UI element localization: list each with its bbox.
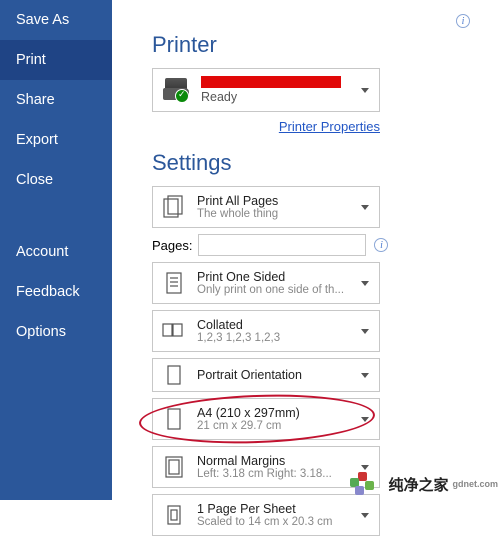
sidebar-item-save-as[interactable]: Save As — [0, 0, 112, 40]
margins-selector[interactable]: Normal Margins Left: 3.18 cm Right: 3.18… — [152, 446, 380, 488]
watermark-logo-icon — [350, 472, 384, 496]
sidebar-item-print[interactable]: Print — [0, 40, 112, 80]
sidebar-item-account[interactable]: Account — [0, 232, 112, 272]
sidebar-item-share[interactable]: Share — [0, 80, 112, 120]
printer-name-redacted — [201, 76, 341, 88]
sidebar-item-options[interactable]: Options — [0, 312, 112, 352]
printer-heading: Printer — [152, 32, 476, 58]
pages-info-icon[interactable]: i — [374, 238, 388, 252]
chevron-down-icon — [361, 465, 369, 470]
pages-row: Pages: i — [152, 234, 400, 256]
single-side-icon — [161, 269, 187, 297]
sidebar-item-feedback[interactable]: Feedback — [0, 272, 112, 312]
paper-size-icon — [161, 405, 187, 433]
pages-stack-icon — [161, 193, 187, 221]
printer-status: Ready — [201, 90, 357, 104]
pages-label: Pages: — [152, 238, 192, 253]
backstage-sidebar: Save As Print Share Export Close Account… — [0, 0, 112, 500]
sides-selector[interactable]: Print One Sided Only print on one side o… — [152, 262, 380, 304]
paper-size-selector[interactable]: A4 (210 x 297mm) 21 cm x 29.7 cm — [152, 398, 380, 440]
settings-heading: Settings — [152, 150, 476, 176]
margins-icon — [161, 453, 187, 481]
chevron-down-icon — [361, 513, 369, 518]
collation-selector[interactable]: Collated 1,2,3 1,2,3 1,2,3 — [152, 310, 380, 352]
orientation-selector[interactable]: Portrait Orientation — [152, 358, 380, 392]
sidebar-item-close[interactable]: Close — [0, 160, 112, 200]
sidebar-item-export[interactable]: Export — [0, 120, 112, 160]
chevron-down-icon — [361, 281, 369, 286]
print-range-selector[interactable]: Print All Pages The whole thing — [152, 186, 380, 228]
chevron-down-icon — [361, 329, 369, 334]
printer-properties-link[interactable]: Printer Properties — [279, 119, 380, 134]
print-panel: i Printer Ready Printer Properties Setti… — [112, 0, 500, 542]
printer-selector[interactable]: Ready — [152, 68, 380, 112]
pages-per-sheet-selector[interactable]: 1 Page Per Sheet Scaled to 14 cm x 20.3 … — [152, 494, 380, 536]
chevron-down-icon — [361, 373, 369, 378]
chevron-down-icon — [361, 417, 369, 422]
collated-icon — [161, 317, 187, 345]
chevron-down-icon — [361, 88, 369, 93]
pages-input[interactable] — [198, 234, 366, 256]
watermark: 纯净之家 gdnet.com — [350, 472, 498, 496]
one-page-icon — [161, 501, 187, 529]
printer-icon — [163, 78, 193, 102]
chevron-down-icon — [361, 205, 369, 210]
printer-info-icon[interactable]: i — [456, 14, 470, 28]
portrait-icon — [161, 361, 187, 389]
